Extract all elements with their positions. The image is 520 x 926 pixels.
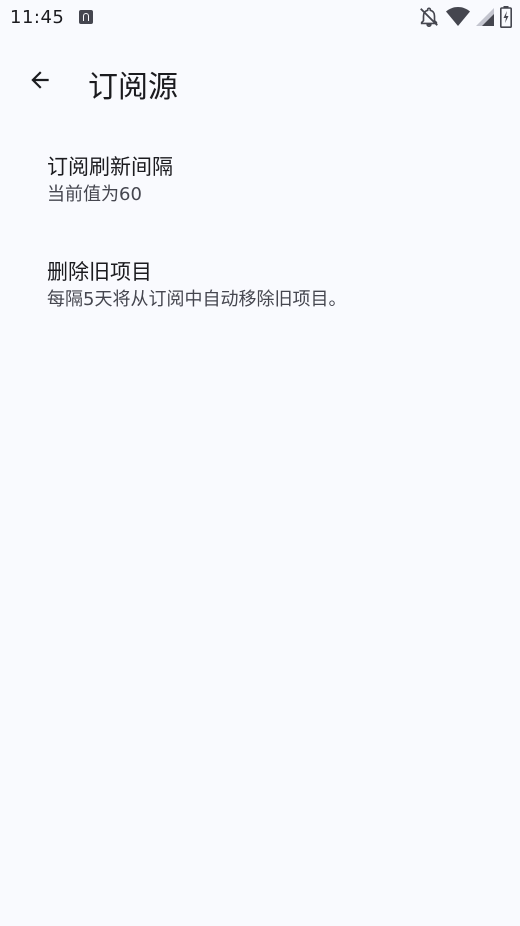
app-bar: 订阅源 bbox=[0, 52, 520, 112]
back-button[interactable] bbox=[18, 58, 62, 102]
wifi-icon bbox=[446, 7, 470, 26]
pref-title: 订阅刷新间隔 bbox=[47, 155, 173, 179]
arrow-back-icon bbox=[31, 71, 49, 89]
signal-icon bbox=[476, 8, 494, 26]
battery-charging-icon bbox=[500, 6, 512, 28]
font-a-notification-icon bbox=[79, 10, 93, 24]
page-title: 订阅源 bbox=[88, 70, 178, 105]
bell-off-icon bbox=[420, 7, 438, 27]
pref-summary: 每隔5天将从订阅中自动移除旧项目。 bbox=[47, 289, 347, 310]
status-bar: 11:45 bbox=[0, 0, 520, 36]
preference-list: 订阅刷新间隔 当前值为60 删除旧项目 每隔5天将从订阅中自动移除旧项目。 bbox=[0, 140, 520, 325]
pref-delete-old-items[interactable]: 删除旧项目 每隔5天将从订阅中自动移除旧项目。 bbox=[0, 245, 520, 325]
pref-refresh-interval[interactable]: 订阅刷新间隔 当前值为60 bbox=[0, 140, 520, 220]
status-time: 11:45 bbox=[10, 7, 65, 28]
pref-title: 删除旧项目 bbox=[47, 260, 152, 284]
status-icons bbox=[418, 6, 512, 28]
pref-summary: 当前值为60 bbox=[47, 184, 142, 205]
